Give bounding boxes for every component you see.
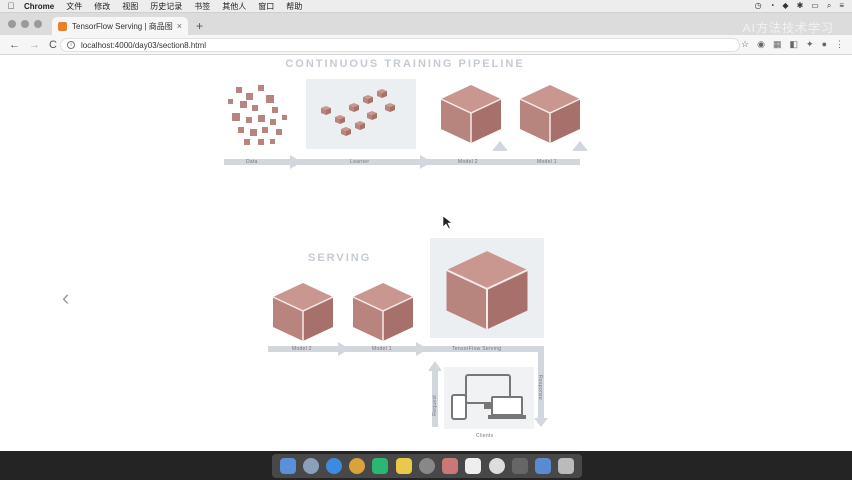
menu-app-name[interactable]: Chrome (24, 2, 54, 11)
address-bar[interactable]: i localhost:4000/day03/section8.html (60, 38, 740, 52)
browser-toolbar: ← → C i localhost:4000/day03/section8.ht… (0, 35, 852, 55)
maximize-window-button[interactable] (34, 20, 42, 28)
chrome-icon[interactable] (349, 458, 366, 474)
pipeline-label-model-1: Model 1 (537, 159, 557, 165)
serving-label-model-2: Model 2 (292, 346, 312, 352)
typora-icon[interactable] (465, 458, 482, 474)
reload-button[interactable]: C (49, 39, 57, 51)
page-content: ‹ CONTINUOUS TRAINING PIPELINE Data Lear… (0, 55, 852, 451)
safari-icon[interactable] (326, 458, 343, 474)
window-controls (8, 20, 42, 28)
menu-edit[interactable]: 修改 (94, 1, 110, 12)
pipeline-arrow-head (290, 155, 302, 169)
serving-label-tf-serving: TensorFlow Serving (452, 346, 502, 352)
response-arrow-head (534, 418, 548, 427)
pycharm-icon[interactable] (372, 458, 389, 474)
dock-bar (272, 454, 582, 478)
active-tab[interactable]: TensorFlow Serving | 商品图标 × (52, 17, 188, 35)
preview-icon[interactable] (442, 458, 459, 474)
tensorflow-favicon-icon (58, 21, 67, 31)
request-label: Request (432, 395, 438, 416)
serving-title: SERVING (308, 252, 372, 264)
bookmark-star-icon[interactable]: ☆ (741, 39, 749, 50)
profile-icon[interactable]: ● (822, 39, 827, 50)
screenshot-icon[interactable] (511, 458, 528, 474)
menu-bookmarks[interactable]: 书签 (194, 1, 210, 12)
downloads-icon[interactable] (535, 458, 552, 474)
finder-icon[interactable] (279, 458, 296, 474)
data-scatter-icon (228, 85, 287, 145)
extension-icon-3[interactable]: ◧ (790, 39, 799, 50)
pipeline-label-model-2: Model 2 (458, 159, 478, 165)
mac-dock (0, 451, 852, 480)
mouse-cursor-icon (442, 215, 453, 230)
mac-menubar:  Chrome 文件 修改 视图 历史记录 书签 其他人 窗口 帮助 ◷ ◔ … (0, 0, 852, 13)
model-1-up-arrow (572, 141, 588, 151)
serving-arrow-head-2 (416, 342, 428, 356)
clients-label: Clients (476, 433, 494, 439)
serving-arrow-head (338, 342, 350, 356)
response-label: Response (537, 375, 543, 400)
extension-icon-2[interactable]: ▦ (773, 39, 782, 50)
pipeline-arrow-bar (224, 159, 580, 165)
search-icon[interactable]: ⌕ (827, 1, 831, 11)
notes-icon[interactable] (395, 458, 412, 474)
tab-close-icon[interactable]: × (177, 21, 182, 31)
url-text[interactable]: localhost:4000/day03/section8.html (81, 41, 206, 50)
sync-icon[interactable]: ◷ (755, 1, 762, 11)
menu-file[interactable]: 文件 (66, 1, 82, 12)
pipeline-model-1-cube (519, 84, 581, 144)
serving-model-2-cube (272, 282, 334, 342)
menu-people[interactable]: 其他人 (222, 1, 246, 12)
pipeline-arrow-head-2 (420, 155, 432, 169)
menu-help[interactable]: 帮助 (286, 1, 302, 12)
request-arrow-head (428, 361, 442, 371)
menu-window[interactable]: 窗口 (258, 1, 274, 12)
extension-icon-4[interactable]: ✦ (806, 39, 814, 50)
minimize-window-button[interactable] (21, 20, 29, 28)
pipeline-model-2-cube (440, 84, 502, 144)
slide-diagram (224, 79, 588, 429)
wifi-icon[interactable]: ◔ (770, 1, 775, 11)
notification-icon[interactable]: ≡ (839, 1, 844, 11)
forward-button[interactable]: → (29, 39, 40, 51)
watermark-text: AI方法技术学习 (742, 21, 834, 35)
serving-model-1-cube (352, 282, 414, 342)
pipeline-label-data: Data (246, 159, 258, 165)
clock-icon[interactable] (488, 458, 505, 474)
new-tab-button[interactable]: + (196, 19, 203, 33)
bluetooth-icon[interactable]: ✱ (797, 1, 804, 11)
serving-label-model-1: Model 1 (372, 346, 392, 352)
tab-title: TensorFlow Serving | 商品图标 (72, 21, 173, 31)
extension-icon[interactable]: ◉ (757, 39, 765, 50)
model-2-up-arrow (492, 141, 508, 151)
back-button[interactable]: ← (9, 39, 20, 51)
close-window-button[interactable] (8, 20, 16, 28)
status-icons: ◷ ◔ ◆ ✱ ▭ ⌕ ≡ (755, 1, 844, 11)
toolbar-extensions: ☆ ◉ ▦ ◧ ✦ ● ⋮ (741, 39, 844, 50)
trash-icon[interactable] (558, 458, 575, 474)
launchpad-icon[interactable] (302, 458, 319, 474)
tab-strip: TensorFlow Serving | 商品图标 × + AI方法技术学习 (0, 13, 852, 35)
menu-view[interactable]: 视图 (122, 1, 138, 12)
more-menu-icon[interactable]: ⋮ (835, 39, 844, 50)
apple-icon[interactable]:  (4, 1, 18, 11)
dropbox-icon[interactable]: ◆ (782, 1, 788, 11)
battery-icon[interactable]: ▭ (811, 1, 819, 11)
settings-icon[interactable] (418, 458, 435, 474)
menu-history[interactable]: 历史记录 (150, 1, 182, 12)
info-icon[interactable]: i (67, 41, 75, 49)
learner-panel (306, 79, 416, 149)
pipeline-label-learner: Learner (350, 159, 370, 165)
